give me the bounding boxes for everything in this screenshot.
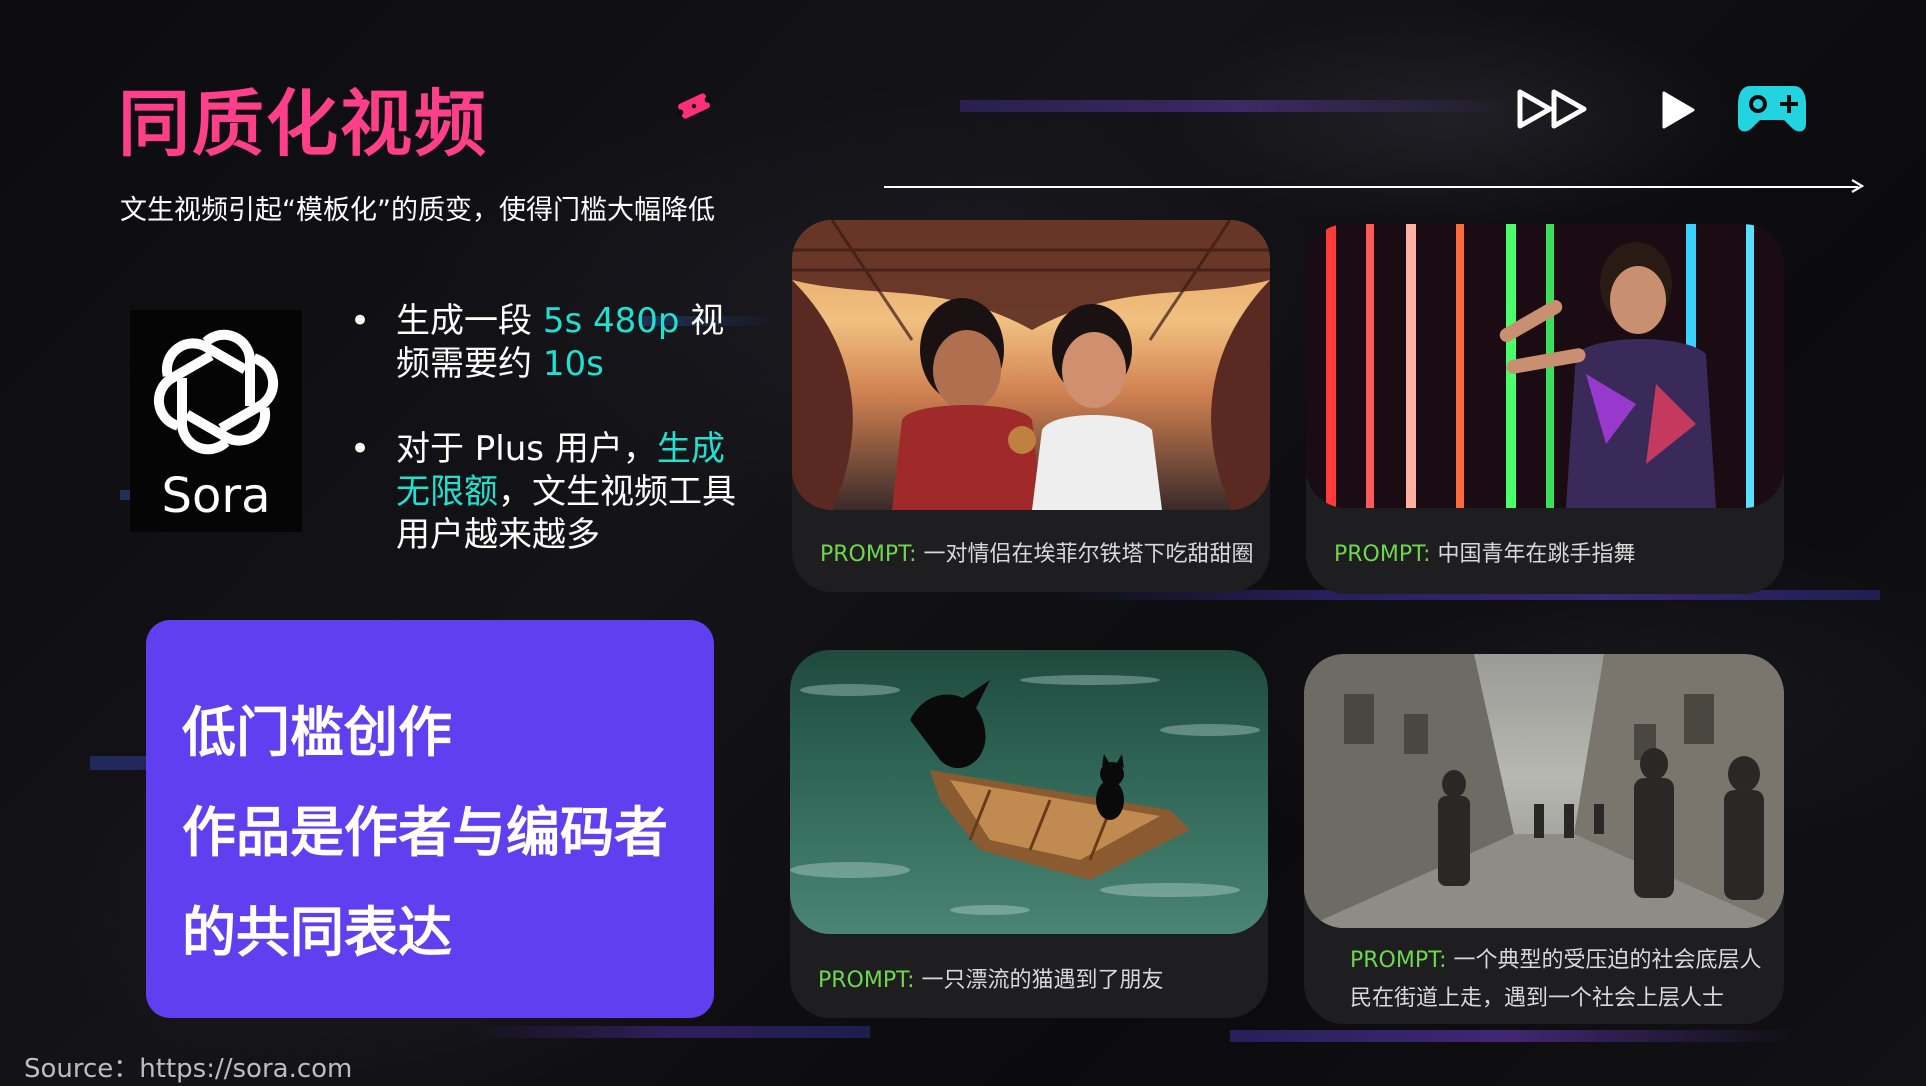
glitch-strip (960, 100, 1520, 112)
video-thumbnail (792, 220, 1270, 510)
openai-logo-icon (153, 329, 279, 455)
video-card-3[interactable]: PROMPT: 一只漂流的猫遇到了朋友 (790, 650, 1268, 1018)
glitch-strip (470, 1026, 870, 1038)
video-thumbnail (1304, 654, 1784, 928)
callout-box: 低门槛创作 作品是作者与编码者 的共同表达 (146, 620, 714, 1018)
bullet-highlight: 5s 480p (542, 301, 680, 341)
bullet-text: 生成一段 (396, 301, 543, 341)
bullet-dot: • (350, 429, 371, 469)
bullet-list: • 生成一段 5s 480p 视频需要约 10s • 对于 Plus 用户，生成… (350, 300, 752, 599)
street-scene-graphic (1304, 654, 1784, 928)
prompt-caption: PROMPT: 一只漂流的猫遇到了朋友 (818, 968, 1164, 993)
source-note: Source：https://sora.com (24, 1054, 353, 1084)
prompt-caption: PROMPT: 一个典型的受压迫的社会底层人 民在街道上走，遇到一个社会上层人士 (1350, 948, 1762, 1011)
timeline-line (884, 186, 1858, 188)
video-thumbnail (1306, 224, 1784, 508)
prompt-caption: PROMPT: 一对情侣在埃菲尔铁塔下吃甜甜圈 (820, 542, 1254, 567)
gamepad-icon (1738, 86, 1806, 132)
callout-line: 的共同表达 (182, 901, 452, 964)
bullet-item: • 生成一段 5s 480p 视频需要约 10s (350, 300, 752, 386)
bullet-text: 对于 Plus 用户， (396, 429, 657, 469)
eiffel-scene-graphic (792, 220, 1270, 510)
page-subtitle: 文生视频引起“模板化”的质变，使得门槛大幅降低 (120, 195, 715, 226)
cat-boat-scene-graphic (790, 675, 1260, 915)
prompt-caption: PROMPT: 中国青年在跳手指舞 (1334, 542, 1636, 567)
video-thumbnail (790, 650, 1268, 934)
page-title: 同质化视频 (118, 82, 489, 166)
glitch-strip (1230, 1030, 1790, 1042)
sora-badge: Sora (130, 310, 302, 532)
bullet-highlight: 10s (542, 344, 604, 384)
bullet-item: • 对于 Plus 用户，生成无限额，文生视频工具用户越来越多 (350, 428, 752, 557)
video-card-1[interactable]: PROMPT: 一对情侣在埃菲尔铁塔下吃甜甜圈 (792, 220, 1270, 592)
callout-line: 低门槛创作 (182, 701, 452, 764)
video-card-2[interactable]: PROMPT: 中国青年在跳手指舞 (1306, 224, 1784, 594)
video-card-4[interactable]: PROMPT: 一个典型的受压迫的社会底层人 民在街道上走，遇到一个社会上层人士 (1304, 654, 1784, 1024)
ticket-icon (677, 93, 711, 119)
sora-label: Sora (161, 468, 271, 524)
callout-line: 作品是作者与编码者 (182, 801, 668, 864)
arrow-right-icon (1851, 179, 1864, 193)
play-icon (1662, 91, 1695, 129)
fast-forward-icon (1517, 89, 1587, 129)
neon-scene-graphic (1306, 224, 1784, 508)
bullet-dot: • (350, 301, 371, 341)
